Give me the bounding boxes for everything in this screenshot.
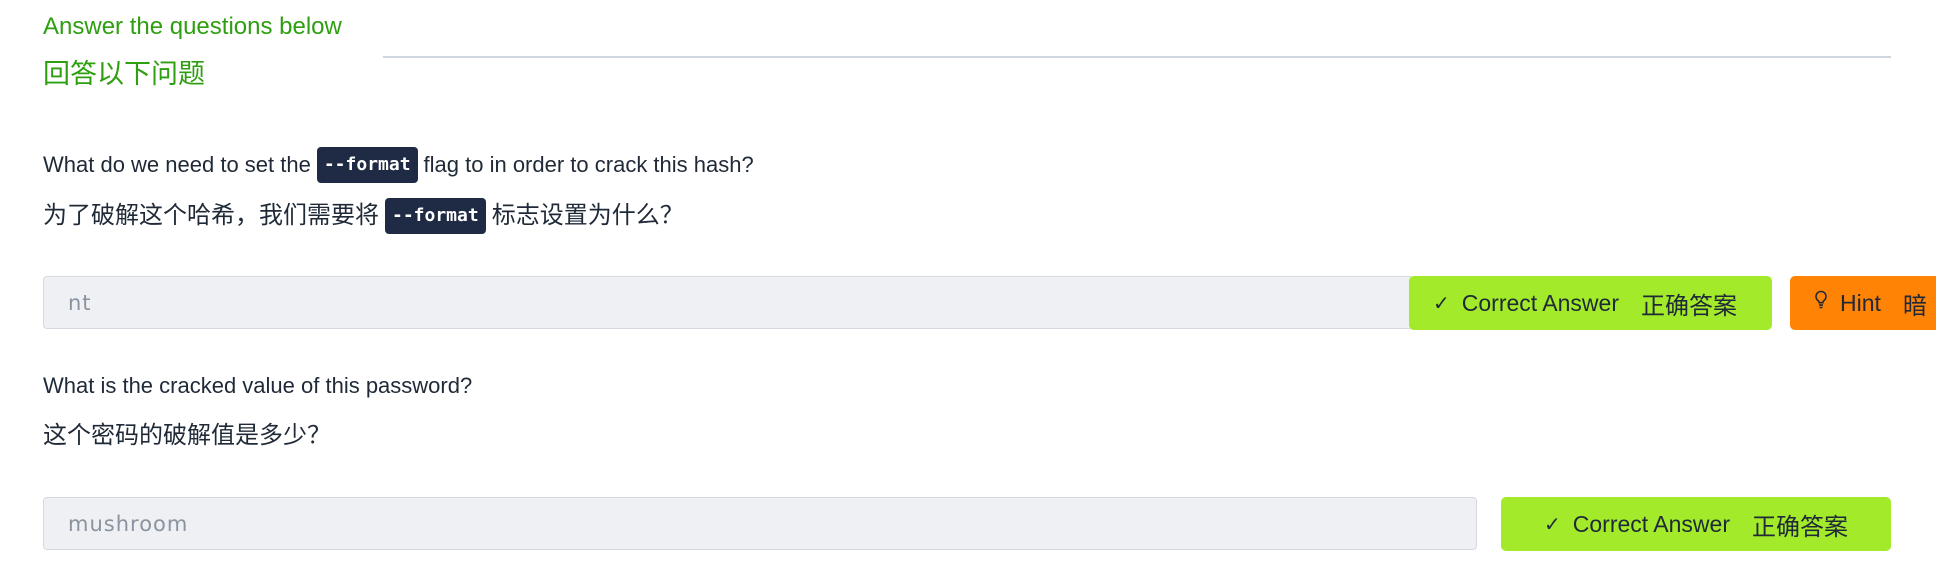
correct-answer-label-en: Correct Answer: [1461, 289, 1619, 316]
check-icon: ✓: [1544, 513, 1561, 536]
question-1-hint-button[interactable]: Hint 暗: [1790, 276, 1936, 330]
question-1-answer-field[interactable]: nt: [43, 276, 1413, 329]
section-title-zh: 回答以下问题: [43, 59, 205, 89]
question-1-text-en: What do we need to set the --format flag…: [43, 147, 754, 183]
check-icon: ✓: [1433, 292, 1450, 315]
question-1-correct-answer-button[interactable]: ✓ Correct Answer 正确答案: [1409, 276, 1772, 330]
header-divider: [383, 56, 1891, 58]
question-2-text: What is the cracked value of this passwo…: [43, 373, 473, 398]
question-1-code: --format: [316, 147, 418, 183]
question-1-zh-before: 为了破解这个哈希，我们需要将: [43, 202, 379, 229]
correct-answer-label-zh: 正确答案: [1640, 292, 1737, 320]
question-1-zh-code: --format: [385, 198, 486, 234]
task-answer-section: Answer the questions below 回答以下问题 What d…: [0, 0, 1936, 588]
question-2-text-zh: 这个密码的破解值是多少？: [43, 421, 331, 451]
hint-label-en: Hint: [1840, 289, 1881, 316]
question-1-zh-after: 标志设置为什么？: [491, 202, 684, 229]
question-2-text-en: What is the cracked value of this passwo…: [43, 371, 472, 401]
question-2-answer-field[interactable]: mushroom: [43, 497, 1477, 550]
question-1-text-before: What do we need to set the: [43, 152, 311, 177]
lightbulb-svg: [1815, 290, 1827, 309]
question-2-correct-answer-button[interactable]: ✓ Correct Answer 正确答案: [1501, 497, 1891, 551]
correct-answer-label-zh: 正确答案: [1751, 513, 1848, 541]
question-2-zh-text: 这个密码的破解值是多少？: [43, 422, 331, 449]
lightbulb-icon: [1814, 290, 1828, 316]
question-1-text-zh: 为了破解这个哈希，我们需要将 --format 标志设置为什么？: [43, 198, 684, 234]
correct-answer-label-en: Correct Answer: [1572, 510, 1730, 537]
section-header: Answer the questions below 回答以下问题: [43, 12, 342, 91]
section-title-en: Answer the questions below: [43, 13, 342, 40]
hint-label-zh: 暗: [1902, 292, 1927, 320]
question-1-text-after: flag to in order to crack this hash?: [423, 152, 754, 177]
